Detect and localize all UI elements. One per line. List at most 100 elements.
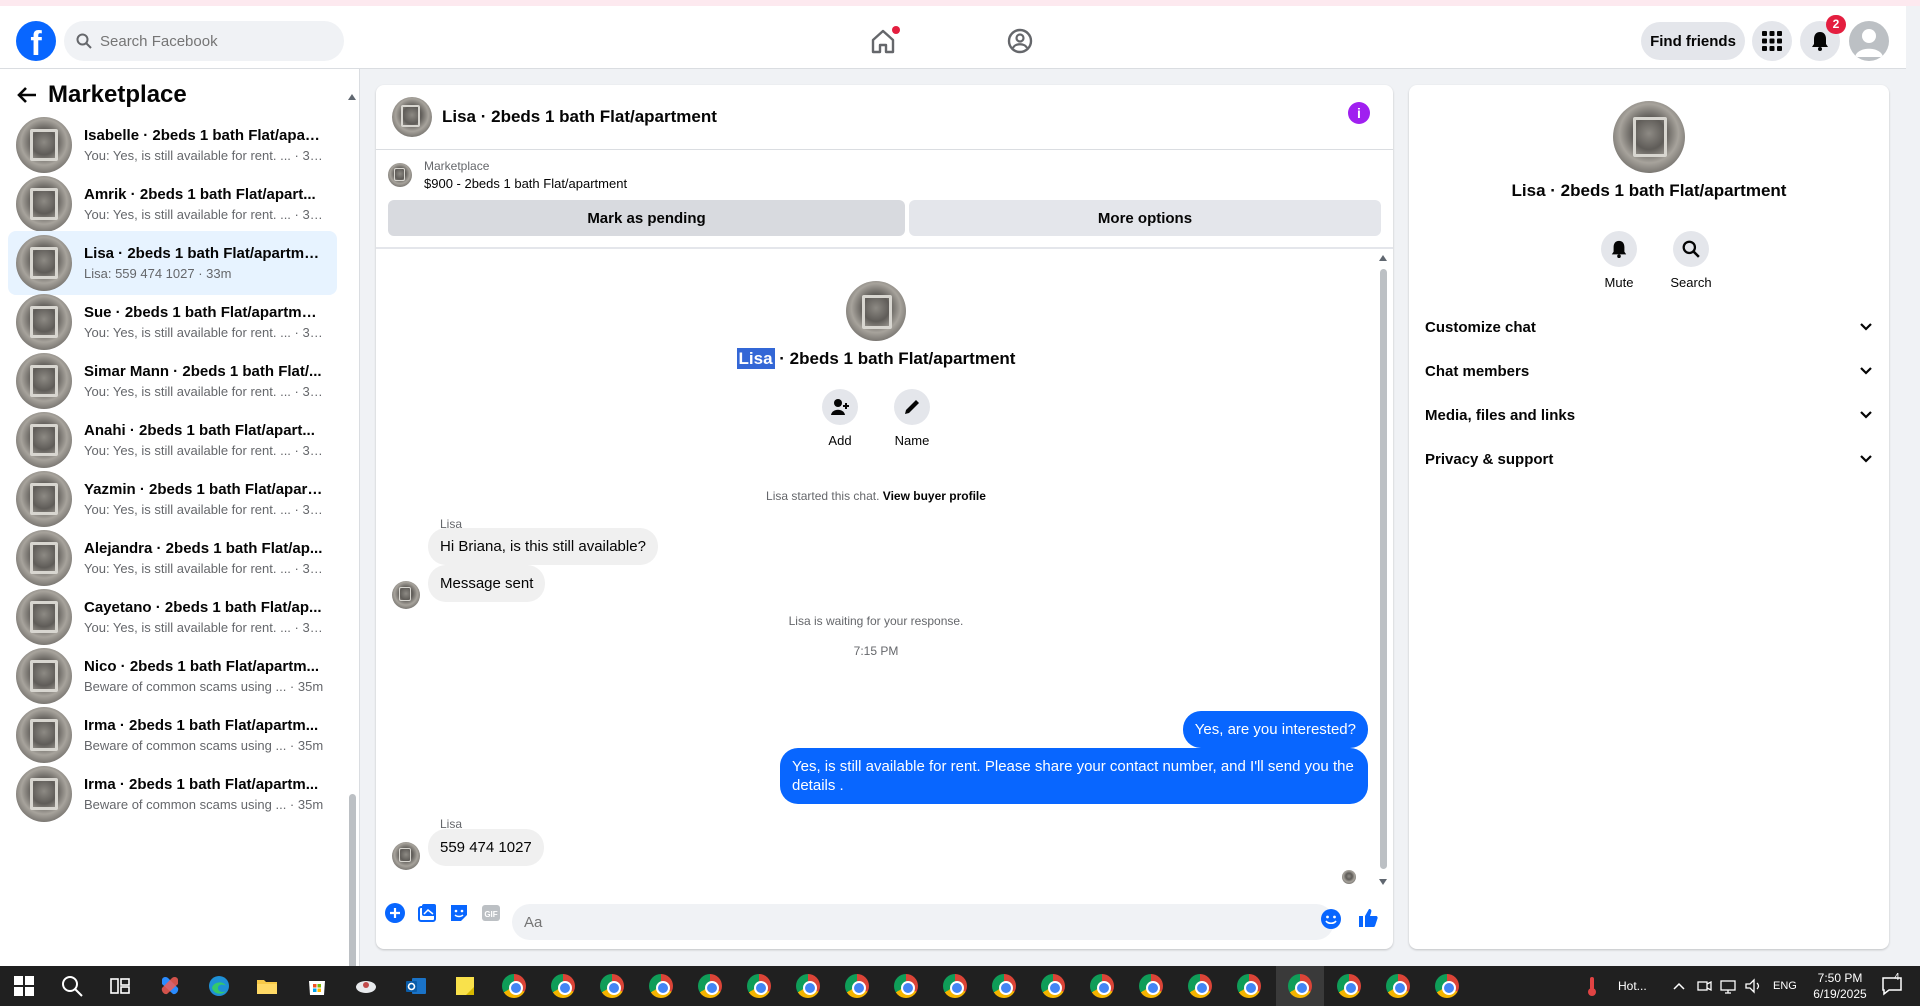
photo-icon[interactable]: [416, 902, 438, 924]
chrome-icon[interactable]: [1090, 974, 1114, 998]
chat-title[interactable]: Lisa · 2beds 1 bath Flat/apartment: [442, 107, 717, 127]
chrome-icon[interactable]: [1139, 974, 1163, 998]
volume-icon[interactable]: [1744, 974, 1762, 998]
sidebar-scroll-thumb[interactable]: [349, 794, 356, 966]
chrome-icon[interactable]: [600, 974, 624, 998]
conversation-item[interactable]: Irma · 2beds 1 bath Flat/apartm... Beware…: [8, 703, 337, 767]
app-icon[interactable]: [354, 974, 378, 998]
chrome-icon[interactable]: [1041, 974, 1065, 998]
info-icon[interactable]: i: [1348, 102, 1370, 124]
add-label: Add: [828, 433, 852, 448]
conversation-item-active[interactable]: Lisa · 2beds 1 bath Flat/apartment Lisa: …: [8, 231, 337, 295]
scroll-down-arrow-icon[interactable]: [1379, 879, 1387, 885]
groups-icon[interactable]: [1005, 26, 1035, 56]
chrome-icon[interactable]: [551, 974, 575, 998]
edge-browser-icon[interactable]: [207, 974, 231, 998]
conversation-preview: You: Yes, is still available for rent. .…: [84, 502, 324, 517]
gif-icon[interactable]: GIF: [480, 902, 502, 924]
chrome-icon[interactable]: [796, 974, 820, 998]
chat-avatar[interactable]: [392, 97, 432, 137]
conversation-item[interactable]: Nico · 2beds 1 bath Flat/apartm... Beware…: [8, 644, 337, 708]
taskbar-search-icon[interactable]: [60, 974, 84, 998]
language-indicator[interactable]: ENG: [1773, 966, 1797, 1006]
chrome-icon[interactable]: [649, 974, 673, 998]
add-button[interactable]: Add: [810, 389, 870, 448]
scroll-up-arrow-icon[interactable]: [348, 94, 356, 100]
chrome-icon-active[interactable]: [1288, 974, 1312, 998]
chrome-icon[interactable]: [1337, 974, 1361, 998]
name-button[interactable]: Name: [882, 389, 942, 448]
weather-text[interactable]: Hot...: [1618, 966, 1647, 1006]
outgoing-message[interactable]: Yes, is still available for rent. Please…: [780, 748, 1368, 804]
thumbs-up-icon[interactable]: [1357, 907, 1379, 929]
sender-avatar[interactable]: [392, 581, 420, 609]
file-explorer-icon[interactable]: [255, 974, 279, 998]
conversation-item[interactable]: Isabelle · 2beds 1 bath Flat/apart... You…: [8, 113, 337, 177]
sender-avatar[interactable]: [392, 842, 420, 870]
chrome-icon[interactable]: [1435, 974, 1459, 998]
mute-button[interactable]: Mute: [1589, 231, 1649, 290]
conversation-item[interactable]: Amrik · 2beds 1 bath Flat/apart... You: Y…: [8, 172, 337, 236]
thermometer-icon[interactable]: [1584, 974, 1600, 998]
conversation-item[interactable]: Irma · 2beds 1 bath Flat/apartm... Beware…: [8, 762, 337, 826]
emoji-icon[interactable]: [1320, 908, 1342, 930]
conversation-item[interactable]: Alejandra · 2beds 1 bath Flat/ap... You: …: [8, 526, 337, 590]
incoming-message[interactable]: 559 474 1027: [428, 829, 544, 866]
messages-scrollbar[interactable]: [1378, 253, 1388, 885]
chrome-icon[interactable]: [502, 974, 526, 998]
chrome-icon[interactable]: [698, 974, 722, 998]
incoming-message[interactable]: Hi Briana, is this still available?: [428, 528, 658, 565]
network-icon[interactable]: [1720, 974, 1736, 998]
conversation-item[interactable]: Simar Mann · 2beds 1 bath Flat/... You: Y…: [8, 349, 337, 413]
conversation-item[interactable]: Sue · 2beds 1 bath Flat/apartment You: Ye…: [8, 290, 337, 354]
conversation-item[interactable]: Anahi · 2beds 1 bath Flat/apart... You: Y…: [8, 408, 337, 472]
outlook-icon[interactable]: [404, 974, 428, 998]
chrome-icon[interactable]: [943, 974, 967, 998]
chrome-icon[interactable]: [747, 974, 771, 998]
search-conversation-button[interactable]: Search: [1661, 231, 1721, 290]
facebook-logo-icon[interactable]: f: [16, 21, 56, 61]
windows-start-icon[interactable]: [12, 974, 36, 998]
meet-now-icon[interactable]: [1696, 974, 1712, 998]
more-options-button[interactable]: More options: [909, 200, 1381, 236]
message-input[interactable]: [512, 904, 1334, 940]
plus-circle-icon[interactable]: [384, 902, 406, 924]
svg-text:GIF: GIF: [484, 910, 497, 919]
chat-members-section[interactable]: Chat members: [1425, 351, 1873, 391]
copilot-icon[interactable]: [158, 974, 182, 998]
messages-scroll-thumb[interactable]: [1380, 269, 1387, 869]
conversation-item[interactable]: Cayetano · 2beds 1 bath Flat/ap... You: Y…: [8, 585, 337, 649]
profile-avatar[interactable]: [1849, 21, 1889, 61]
microsoft-store-icon[interactable]: [305, 974, 329, 998]
search-box[interactable]: [64, 21, 344, 61]
find-friends-button[interactable]: Find friends: [1641, 22, 1745, 60]
conversation-item[interactable]: Yazmin · 2beds 1 bath Flat/apart... You: …: [8, 467, 337, 531]
outgoing-message[interactable]: Yes, are you interested?: [1182, 711, 1368, 748]
notification-center-icon[interactable]: [1880, 974, 1904, 998]
details-avatar[interactable]: [1613, 101, 1685, 173]
page-scrollbar[interactable]: [1906, 6, 1920, 966]
sidebar-scrollbar[interactable]: [347, 94, 357, 966]
search-input[interactable]: [100, 32, 320, 50]
chrome-icon[interactable]: [1386, 974, 1410, 998]
incoming-message[interactable]: Message sent: [428, 565, 546, 602]
chevron-up-icon[interactable]: [1672, 974, 1686, 998]
chrome-icon[interactable]: [1188, 974, 1212, 998]
listing-summary[interactable]: Marketplace $900 - 2beds 1 bath Flat/apa…: [388, 159, 627, 191]
scroll-up-arrow-icon[interactable]: [1379, 255, 1387, 261]
privacy-support-section[interactable]: Privacy & support: [1425, 439, 1873, 479]
back-arrow-icon[interactable]: [16, 84, 38, 106]
chrome-icon[interactable]: [1237, 974, 1261, 998]
task-view-icon[interactable]: [108, 974, 132, 998]
sticky-notes-icon[interactable]: [453, 974, 477, 998]
menu-grid-button[interactable]: [1752, 21, 1792, 61]
media-files-links-section[interactable]: Media, files and links: [1425, 395, 1873, 435]
customize-chat-section[interactable]: Customize chat: [1425, 307, 1873, 347]
view-buyer-profile-link[interactable]: View buyer profile: [883, 489, 986, 503]
chrome-icon[interactable]: [894, 974, 918, 998]
chrome-icon[interactable]: [992, 974, 1016, 998]
mark-as-pending-button[interactable]: Mark as pending: [388, 200, 905, 236]
chrome-icon[interactable]: [845, 974, 869, 998]
clock[interactable]: 7:50 PM 6/19/2025: [1804, 970, 1876, 1002]
sticker-icon[interactable]: [448, 902, 470, 924]
